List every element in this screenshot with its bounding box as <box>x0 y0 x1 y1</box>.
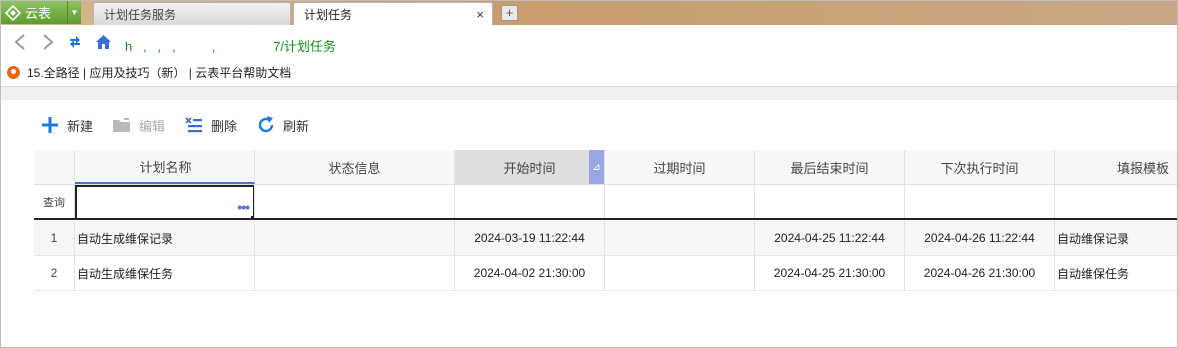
query-row: 查询 ••• <box>34 185 1177 220</box>
bookmarks-bar: 15.全路径 | 应用及技巧（新） | 云表平台帮助文档 <box>1 59 1177 85</box>
cell-plan-name[interactable]: 自动生成维保任务 <box>75 256 255 290</box>
grid-toolbar: 新建 编辑 删除 刷新 <box>39 113 327 137</box>
page-divider <box>1 86 1177 100</box>
refresh-icon <box>255 114 277 136</box>
new-button-label: 新建 <box>67 118 94 134</box>
close-tab-icon[interactable]: × <box>476 7 484 22</box>
grid-header-row: 计划名称 状态信息 开始时间 ⊿ 过期时间 最后结束时间 下次执行时间 填报模板 <box>34 150 1177 185</box>
plus-icon <box>39 114 61 136</box>
row-number: 2 <box>34 256 75 290</box>
column-header-start-time[interactable]: 开始时间 ⊿ <box>455 150 605 184</box>
app-button-label: 云表 <box>25 6 52 21</box>
forward-arrow-icon[interactable] <box>41 33 55 51</box>
new-button[interactable]: 新建 <box>39 114 93 136</box>
bookmarks-text[interactable]: 15.全路径 | 应用及技巧（新） | 云表平台帮助文档 <box>27 64 291 81</box>
cell-next-run-time[interactable]: 2024-04-26 11:22:44 <box>905 221 1055 255</box>
back-arrow-icon[interactable] <box>13 33 27 51</box>
query-input-plan-name[interactable]: ••• <box>75 185 254 218</box>
app-menu-button[interactable]: 云表 ▼ <box>1 1 81 24</box>
column-header-expire-time[interactable]: 过期时间 <box>605 150 755 184</box>
home-icon[interactable] <box>95 34 112 50</box>
cell-status[interactable] <box>255 221 455 255</box>
column-header-next-run-time[interactable]: 下次执行时间 <box>905 150 1055 184</box>
query-cell-start-time[interactable] <box>455 185 605 218</box>
cell-start-time[interactable]: 2024-04-02 21:30:00 <box>455 256 605 290</box>
column-header-template[interactable]: 填报模板 <box>1055 150 1177 184</box>
app-menu-chevron-down-icon[interactable]: ▼ <box>67 1 81 24</box>
new-tab-button[interactable]: + <box>501 5 518 21</box>
folder-edit-icon <box>111 114 133 136</box>
tab-title: 计划任务服务 <box>104 7 177 22</box>
reload-icon[interactable] <box>67 34 83 50</box>
cell-template[interactable]: 自动维保记录 <box>1055 221 1177 255</box>
bookmark-favicon-icon <box>7 65 20 79</box>
cell-last-end-time[interactable]: 2024-04-25 21:30:00 <box>755 256 905 290</box>
query-cell-status[interactable] <box>255 185 455 218</box>
more-options-icon[interactable]: ••• <box>237 199 250 215</box>
cell-next-run-time[interactable]: 2024-04-26 21:30:00 <box>905 256 1055 290</box>
refresh-button-label: 刷新 <box>283 118 310 134</box>
query-cell-next-run-time[interactable] <box>905 185 1055 218</box>
query-cell-expire-time[interactable] <box>605 185 755 218</box>
table-row[interactable]: 2 自动生成维保任务 2024-04-02 21:30:00 2024-04-2… <box>34 256 1177 291</box>
navigation-bar: h , , , , 7/计划任务 <box>1 25 1177 59</box>
tab-plan-task[interactable]: 计划任务 × <box>293 2 493 26</box>
query-label: 查询 <box>34 185 75 218</box>
cell-plan-name[interactable]: 自动生成维保记录 <box>75 221 255 255</box>
tab-strip: 云表 ▼ 计划任务服务 计划任务 × + <box>1 1 1177 26</box>
tab-plan-task-service[interactable]: 计划任务服务 <box>93 2 291 25</box>
cell-template[interactable]: 自动维保任务 <box>1055 256 1177 290</box>
edit-button[interactable]: 编辑 <box>111 114 165 136</box>
query-cell-last-end-time[interactable] <box>755 185 905 218</box>
tab-title: 计划任务 <box>304 8 353 22</box>
app-logo-icon <box>5 4 21 21</box>
table-row[interactable]: 1 自动生成维保记录 2024-03-19 11:22:44 2024-04-2… <box>34 221 1177 256</box>
column-header-start-time-label: 开始时间 <box>503 160 556 176</box>
refresh-button[interactable]: 刷新 <box>255 114 309 136</box>
cell-last-end-time[interactable]: 2024-04-25 11:22:44 <box>755 221 905 255</box>
cell-expire-time[interactable] <box>605 221 755 255</box>
delete-button[interactable]: 删除 <box>183 114 237 136</box>
edit-button-label: 编辑 <box>139 118 166 134</box>
row-number: 1 <box>34 221 75 255</box>
cell-status[interactable] <box>255 256 455 290</box>
row-number-header <box>34 150 75 184</box>
query-cell-template[interactable] <box>1055 185 1177 218</box>
column-header-last-end-time[interactable]: 最后结束时间 <box>755 150 905 184</box>
column-header-status[interactable]: 状态信息 <box>255 150 455 184</box>
delete-rows-icon <box>183 114 205 136</box>
cell-start-time[interactable]: 2024-03-19 11:22:44 <box>455 221 605 255</box>
sort-indicator-icon[interactable]: ⊿ <box>589 150 604 184</box>
column-header-plan-name[interactable]: 计划名称 <box>75 150 255 184</box>
cell-expire-time[interactable] <box>605 256 755 290</box>
delete-button-label: 删除 <box>211 118 238 134</box>
address-bar-url[interactable]: h , , , , 7/计划任务 <box>125 36 336 55</box>
query-cell-plan-name[interactable]: ••• <box>75 185 255 218</box>
